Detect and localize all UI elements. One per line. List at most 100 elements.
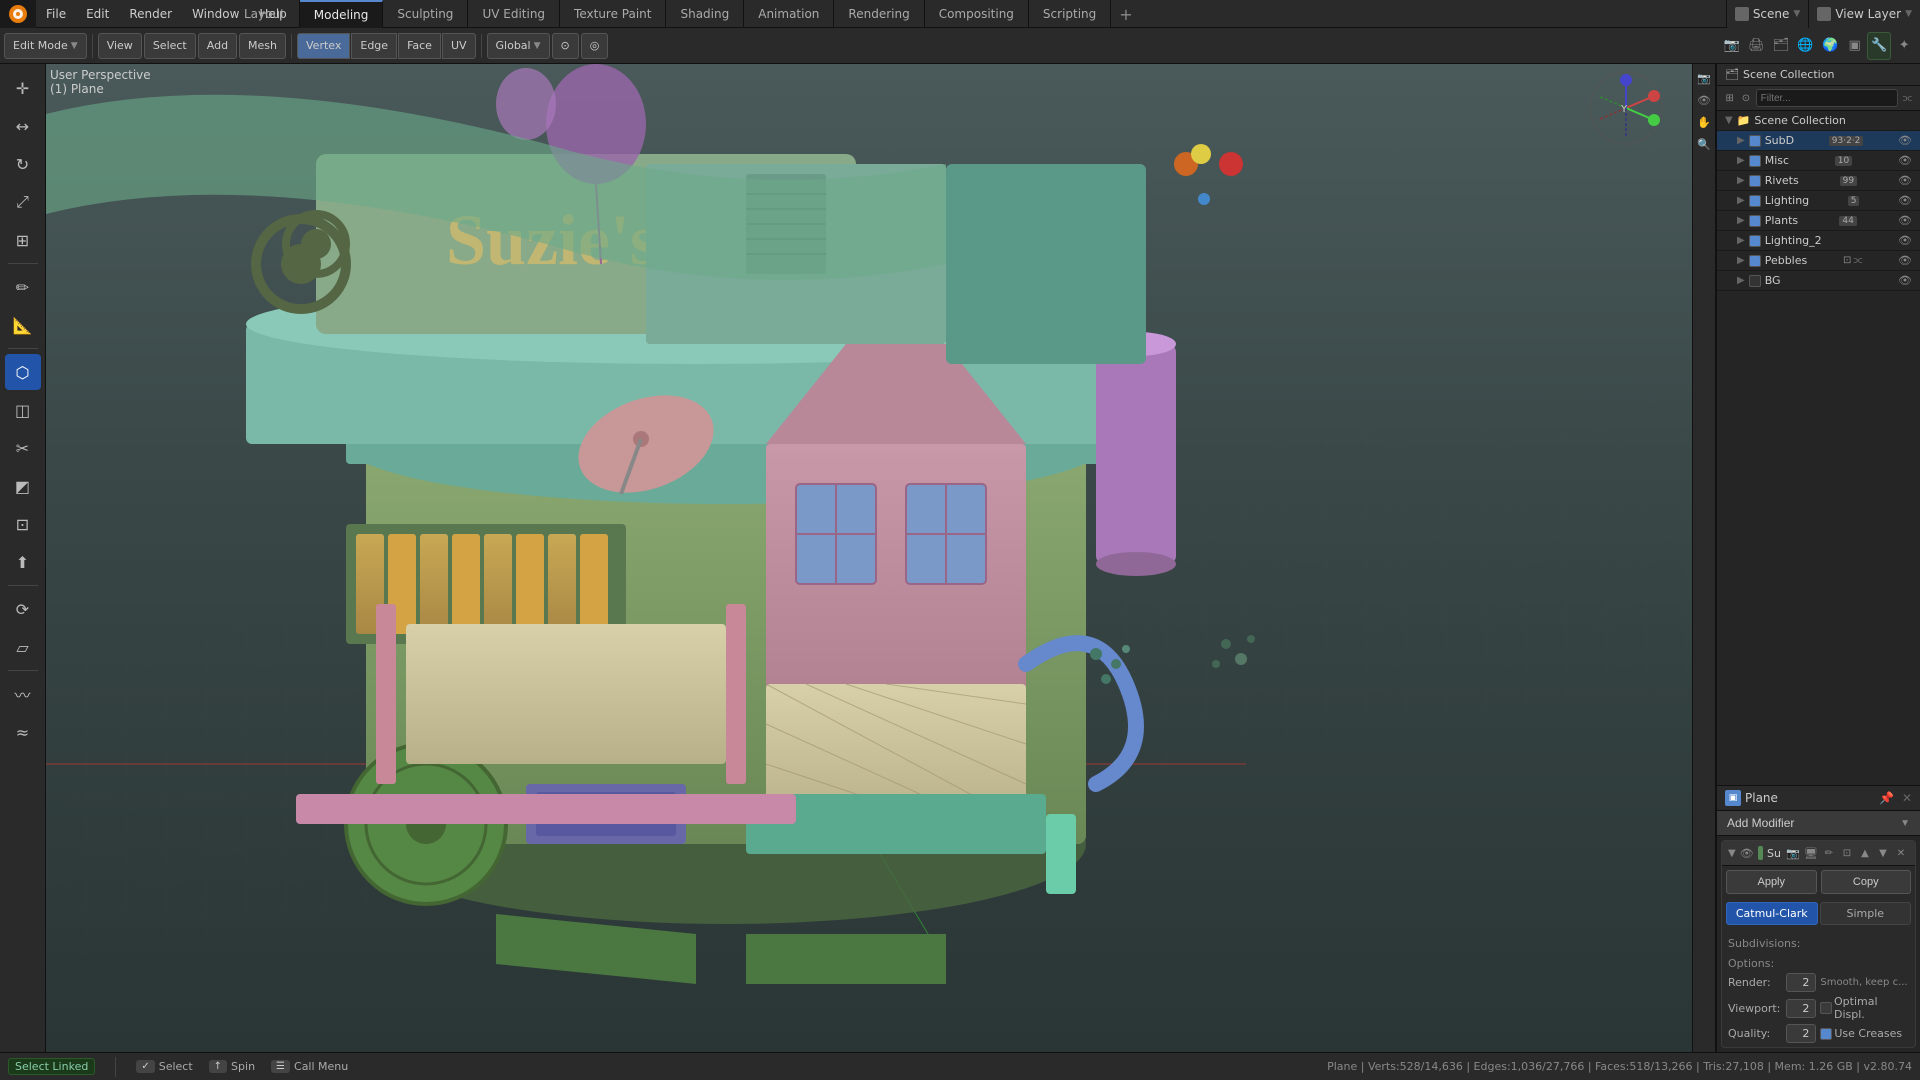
tab-scripting[interactable]: Scripting <box>1029 0 1111 28</box>
props-world-btn[interactable]: 🌍 <box>1818 32 1842 60</box>
apply-button[interactable]: Apply <box>1726 870 1817 894</box>
props-scene-btn[interactable]: 🌐 <box>1794 32 1818 60</box>
tab-shading[interactable]: Shading <box>666 0 744 28</box>
select-box-btn[interactable]: ⬡ <box>5 354 41 390</box>
move-tool-btn[interactable]: ↔ <box>5 108 41 144</box>
3d-viewport[interactable]: Suzie's <box>46 64 1716 1052</box>
props-viewlayer-btn[interactable]: 🗂 <box>1769 32 1793 60</box>
menu-edit[interactable]: Edit <box>76 0 119 27</box>
props-modifier-btn[interactable]: 🔧 <box>1867 32 1891 60</box>
sc-misc-checkbox[interactable] <box>1749 155 1761 167</box>
measure-tool-btn[interactable]: 📐 <box>5 307 41 343</box>
sc-plants-eye[interactable]: 👁 <box>1898 214 1912 227</box>
sc-root-toggle[interactable]: ▼ <box>1725 115 1733 126</box>
uv-btn[interactable]: UV <box>442 33 476 59</box>
props-object-btn[interactable]: ▣ <box>1843 32 1867 60</box>
mod-editmode-toggle[interactable]: ✏ <box>1821 845 1837 861</box>
sc-rivets-toggle[interactable]: ▶ <box>1737 175 1745 186</box>
mod-vis-eye[interactable]: 👁 <box>1740 847 1754 860</box>
inset-btn[interactable]: ⊡ <box>5 506 41 542</box>
tab-uv-editing[interactable]: UV Editing <box>468 0 560 28</box>
optimal-checkbox[interactable] <box>1820 1002 1832 1014</box>
mod-move-down[interactable]: ▼ <box>1875 845 1891 861</box>
sc-rivets-checkbox[interactable] <box>1749 175 1761 187</box>
vertex-mode-btn[interactable]: Vertex <box>297 33 350 59</box>
snap-btn[interactable]: ⊙ <box>552 33 579 59</box>
face-mode-btn[interactable]: Face <box>398 33 441 59</box>
mod-close[interactable]: ✕ <box>1893 845 1909 861</box>
cursor-tool-btn[interactable]: ✛ <box>5 70 41 106</box>
transform-tool-btn[interactable]: ⊞ <box>5 222 41 258</box>
add-workspace-tab[interactable]: + <box>1111 5 1140 24</box>
sc-bg-checkbox[interactable] <box>1749 275 1761 287</box>
mod-vis-toggle[interactable]: ▼ <box>1728 848 1736 859</box>
quality-value[interactable]: 2 <box>1786 1024 1816 1043</box>
add-menu[interactable]: Add <box>198 33 237 59</box>
mode-selector[interactable]: Edit Mode ▼ <box>4 33 87 59</box>
proportional-btn[interactable]: ◎ <box>581 33 609 59</box>
tab-sculpting[interactable]: Sculpting <box>383 0 468 28</box>
modifier-close-btn[interactable]: ✕ <box>1902 791 1912 805</box>
sc-funnel-btn[interactable]: ⫗ <box>1901 89 1914 107</box>
sc-item-subd[interactable]: ▶ SubD 93·2·2 👁 <box>1717 131 1920 151</box>
sc-item-rivets[interactable]: ▶ Rivets 99 👁 <box>1717 171 1920 191</box>
sc-bg-eye[interactable]: 👁 <box>1898 274 1912 287</box>
loop-cut-btn[interactable]: ◫ <box>5 392 41 428</box>
rnt-move-btn[interactable]: ✋ <box>1694 112 1714 132</box>
shear-btn[interactable]: ▱ <box>5 629 41 665</box>
tab-compositing[interactable]: Compositing <box>925 0 1029 28</box>
sc-pebbles-eye[interactable]: 👁 <box>1898 254 1912 267</box>
sc-item-plants[interactable]: ▶ Plants 44 👁 <box>1717 211 1920 231</box>
view-menu[interactable]: View <box>98 33 142 59</box>
tab-layout[interactable]: Layout <box>230 0 300 28</box>
tab-modeling[interactable]: Modeling <box>300 0 384 28</box>
sc-plants-checkbox[interactable] <box>1749 215 1761 227</box>
knife-btn[interactable]: ✂ <box>5 430 41 466</box>
sc-plants-toggle[interactable]: ▶ <box>1737 215 1745 226</box>
mod-render-toggle[interactable]: 📷 <box>1785 845 1801 861</box>
bevel-btn[interactable]: ◩ <box>5 468 41 504</box>
sc-rivets-eye[interactable]: 👁 <box>1898 174 1912 187</box>
mesh-menu[interactable]: Mesh <box>239 33 286 59</box>
use-creases-checkbox[interactable] <box>1820 1028 1832 1040</box>
sc-subd-toggle[interactable]: ▶ <box>1737 135 1745 146</box>
relax-btn[interactable]: ≈ <box>5 714 41 750</box>
sc-pebbles-checkbox[interactable] <box>1749 255 1761 267</box>
sc-pebbles-toggle[interactable]: ▶ <box>1737 255 1745 266</box>
menu-render[interactable]: Render <box>119 0 182 27</box>
sc-subd-checkbox[interactable] <box>1749 135 1761 147</box>
menu-file[interactable]: File <box>36 0 76 27</box>
sc-sync-btn[interactable]: ⊙ <box>1739 89 1752 107</box>
smooth-btn[interactable]: 〰 <box>5 676 41 712</box>
props-particles-btn[interactable]: ✦ <box>1892 32 1916 60</box>
rnt-zoom-btn[interactable]: 🔍 <box>1694 134 1714 154</box>
sc-search-input[interactable] <box>1756 89 1898 107</box>
rnt-view-btn[interactable]: 👁 <box>1694 90 1714 110</box>
sc-bg-toggle[interactable]: ▶ <box>1737 275 1745 286</box>
scale-tool-btn[interactable]: ⤢ <box>5 184 41 220</box>
sc-item-lighting[interactable]: ▶ Lighting 5 👁 <box>1717 191 1920 211</box>
sc-lighting-eye[interactable]: 👁 <box>1898 194 1912 207</box>
sc-lighting2-checkbox[interactable] <box>1749 235 1761 247</box>
props-output-btn[interactable]: 🖨 <box>1745 32 1769 60</box>
modifier-pin-btn[interactable]: 📌 <box>1879 791 1894 805</box>
sc-item-misc[interactable]: ▶ Misc 10 👁 <box>1717 151 1920 171</box>
sc-item-pebbles[interactable]: ▶ Pebbles ⊡ ⫗ 👁 <box>1717 251 1920 271</box>
catmull-clark-tab[interactable]: Catmul-Clark <box>1726 902 1818 925</box>
sc-item-lighting2[interactable]: ▶ Lighting_2 👁 <box>1717 231 1920 251</box>
tab-texture-paint[interactable]: Texture Paint <box>560 0 666 28</box>
sc-item-bg[interactable]: ▶ BG 👁 <box>1717 271 1920 291</box>
mod-cage-toggle[interactable]: ⊡ <box>1839 845 1855 861</box>
mod-move-up[interactable]: ▲ <box>1857 845 1873 861</box>
extrude-btn[interactable]: ⬆ <box>5 544 41 580</box>
select-menu[interactable]: Select <box>144 33 196 59</box>
tab-rendering[interactable]: Rendering <box>834 0 924 28</box>
sc-filter-btn[interactable]: ⊞ <box>1723 89 1736 107</box>
sc-lighting2-eye[interactable]: 👁 <box>1898 234 1912 247</box>
sc-lighting-toggle[interactable]: ▶ <box>1737 195 1745 206</box>
render-value[interactable]: 2 <box>1786 973 1816 992</box>
rotate-tool-btn[interactable]: ↻ <box>5 146 41 182</box>
tab-animation[interactable]: Animation <box>744 0 834 28</box>
rnt-camera-btn[interactable]: 📷 <box>1694 68 1714 88</box>
viewlayer-selector[interactable]: View Layer ▼ <box>1808 0 1920 28</box>
